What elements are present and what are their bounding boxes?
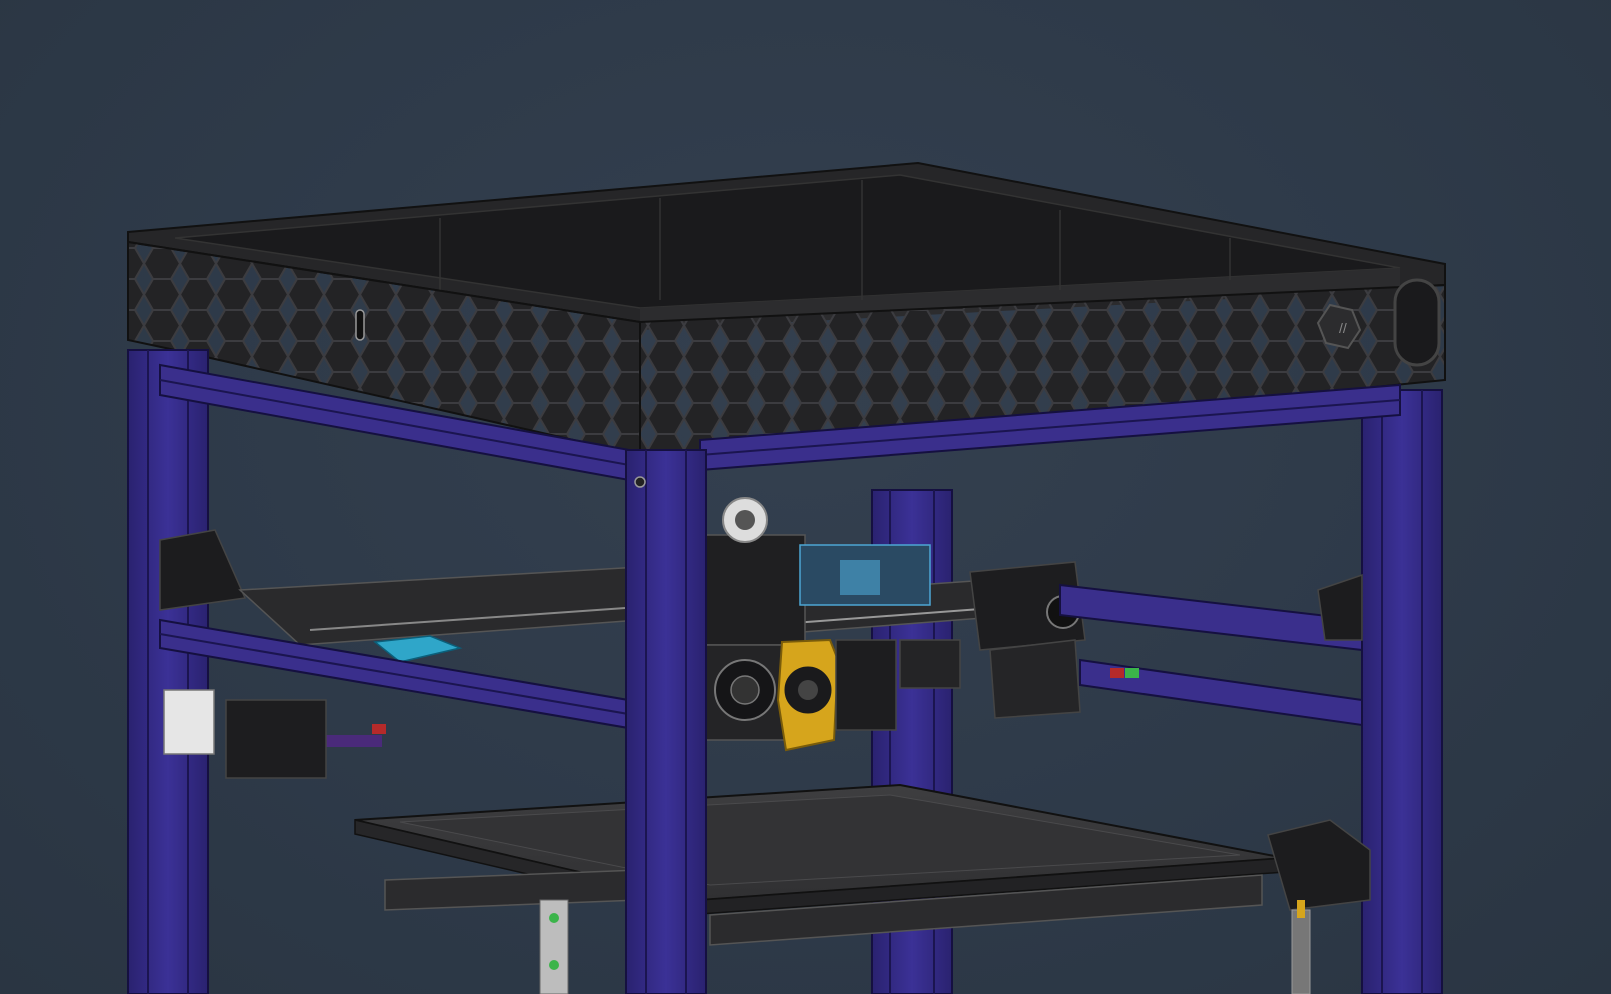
right-front-post xyxy=(1361,389,1443,994)
voron-logo: // xyxy=(1339,320,1347,336)
cad-viewport[interactable]: // xyxy=(0,0,1611,994)
left-front-post xyxy=(127,349,209,994)
center-front-post xyxy=(625,449,707,994)
cad-model-render[interactable]: // xyxy=(0,0,1611,994)
print-bed xyxy=(354,783,1371,994)
